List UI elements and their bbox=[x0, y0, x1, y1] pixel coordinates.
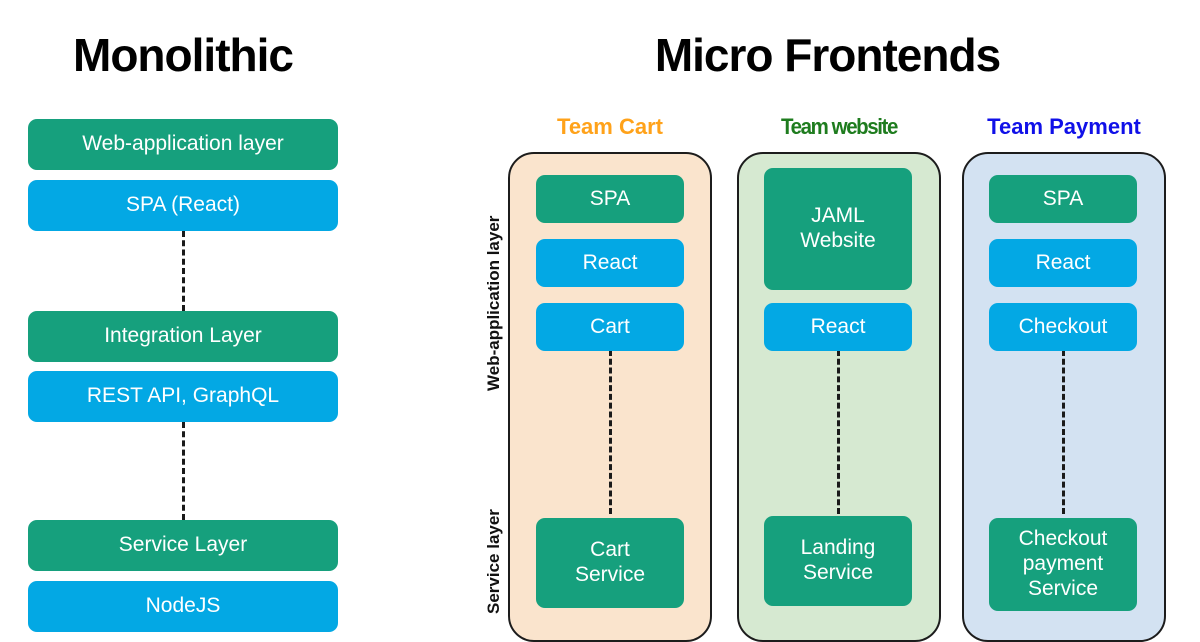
diagram-canvas: Monolithic Web-application layer SPA (Re… bbox=[0, 0, 1200, 642]
team-website-box-jaml-website: JAML Website bbox=[764, 168, 912, 290]
team-payment-box-react: React bbox=[989, 239, 1137, 287]
team-website-box-react: React bbox=[764, 303, 912, 351]
team-cart-connector bbox=[609, 350, 612, 514]
monolithic-connector-2 bbox=[182, 422, 185, 520]
monolithic-box-web-application-layer: Web-application layer bbox=[28, 119, 338, 170]
team-heading-payment: Team Payment bbox=[987, 114, 1141, 139]
monolithic-box-rest-api-graphql: REST API, GraphQL bbox=[28, 371, 338, 422]
micro-frontends-title: Micro Frontends bbox=[654, 29, 1001, 81]
axis-label-service-layer: Service layer bbox=[484, 509, 503, 614]
team-heading-cart: Team Cart bbox=[557, 114, 663, 139]
team-website-box-landing-service: Landing Service bbox=[764, 516, 912, 606]
team-heading-website: Team website bbox=[781, 114, 898, 139]
axis-label-web-application-layer: Web-application layer bbox=[484, 215, 503, 391]
team-website-connector bbox=[837, 350, 840, 514]
monolithic-box-nodejs: NodeJS bbox=[28, 581, 338, 632]
monolithic-connector-1 bbox=[182, 231, 185, 311]
team-payment-box-spa: SPA bbox=[989, 175, 1137, 223]
monolithic-title: Monolithic bbox=[73, 29, 294, 81]
monolithic-box-spa-react: SPA (React) bbox=[28, 180, 338, 231]
monolithic-box-integration-layer: Integration Layer bbox=[28, 311, 338, 362]
team-cart-box-react: React bbox=[536, 239, 684, 287]
team-cart-box-spa: SPA bbox=[536, 175, 684, 223]
team-payment-connector bbox=[1062, 350, 1065, 514]
monolithic-box-service-layer: Service Layer bbox=[28, 520, 338, 571]
team-payment-box-checkout-payment-service: Checkout payment Service bbox=[989, 518, 1137, 611]
team-cart-box-cart: Cart bbox=[536, 303, 684, 351]
team-cart-box-cart-service: Cart Service bbox=[536, 518, 684, 608]
team-payment-box-checkout: Checkout bbox=[989, 303, 1137, 351]
